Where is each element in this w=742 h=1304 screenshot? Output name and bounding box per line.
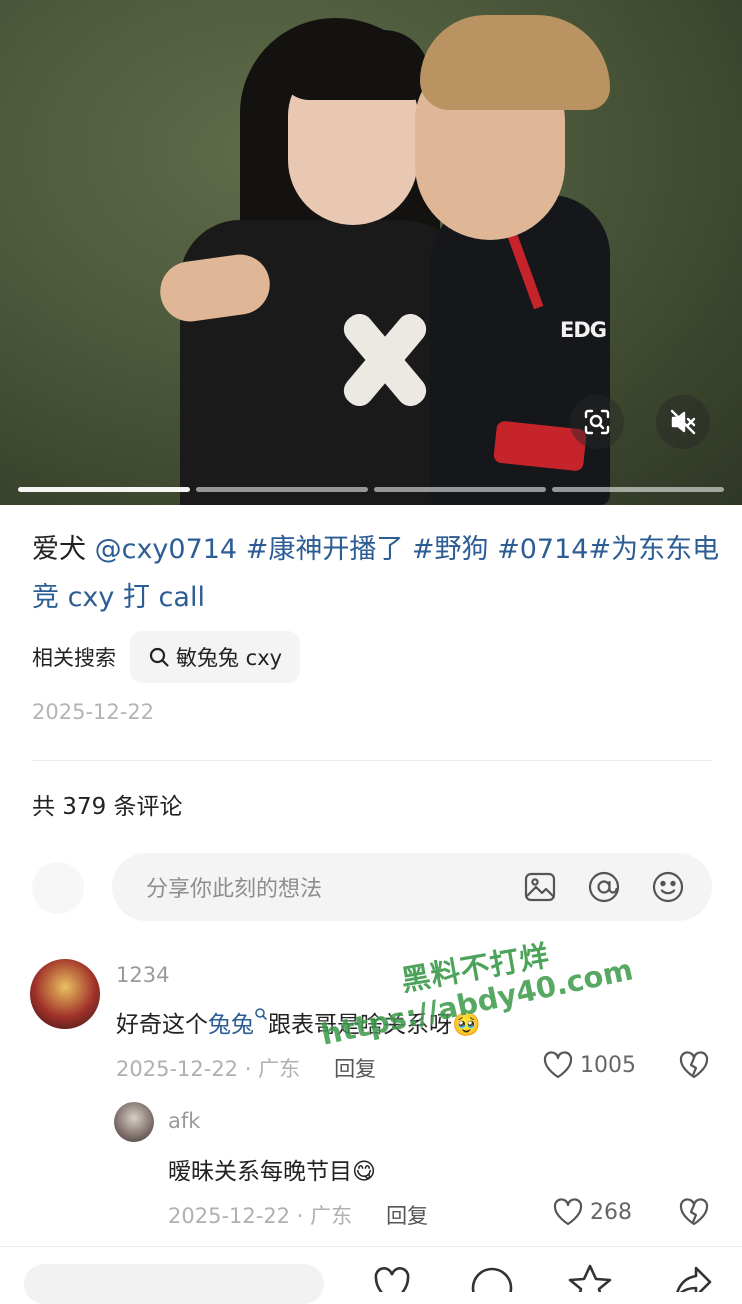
comment-date-location: 2025-12-22 · 广东	[168, 1204, 353, 1228]
mention-link[interactable]: @cxy0714	[95, 534, 238, 565]
post-caption: 爱犬 @cxy0714 #康神开播了 #野狗 #0714#为东东电竞 cxy 打…	[32, 526, 722, 622]
comment-meta: 2025-12-22 · 广东 回复	[168, 1200, 428, 1230]
comment-icon[interactable]	[470, 1262, 514, 1292]
photo-figure	[420, 15, 610, 110]
related-search-label: 相关搜索	[32, 646, 116, 670]
emoji-button[interactable]	[648, 867, 688, 907]
comment-input-placeholder: 分享你此刻的想法	[146, 877, 323, 902]
avatar[interactable]	[30, 959, 100, 1029]
post-media[interactable]: EDG	[0, 0, 742, 505]
media-progress	[18, 487, 724, 493]
jersey-logo: EDG	[560, 318, 607, 342]
mute-icon	[670, 409, 696, 435]
like-count: 1005	[580, 1052, 636, 1078]
like-count: 268	[590, 1199, 632, 1225]
broken-heart-icon	[679, 1198, 709, 1226]
comment-username[interactable]: afk	[168, 1109, 200, 1133]
reply-button[interactable]: 回复	[386, 1200, 428, 1230]
photo-figure	[280, 30, 430, 100]
scan-icon	[584, 409, 610, 435]
dislike-button[interactable]	[678, 1050, 710, 1084]
emoji: 😋	[352, 1159, 376, 1185]
hashtag-link[interactable]: #康神开播了	[237, 534, 404, 565]
avatar[interactable]	[114, 1102, 154, 1142]
hashtag-link[interactable]: #野狗	[403, 534, 489, 565]
my-avatar	[32, 862, 84, 914]
bottom-comment-input[interactable]	[24, 1264, 324, 1304]
comment-text: 暧昧关系每晚节目😋	[168, 1152, 376, 1186]
like-post-icon[interactable]	[370, 1262, 414, 1292]
related-search: 相关搜索 敏兔兔 cxy	[32, 630, 301, 684]
smile-icon	[652, 871, 684, 903]
related-search-chip[interactable]: 敏兔兔 cxy	[130, 631, 301, 683]
progress-segment	[196, 487, 368, 492]
divider	[32, 760, 712, 761]
star-icon[interactable]	[568, 1262, 612, 1292]
comment-text-part: 暧昧关系每晚节目	[168, 1159, 352, 1185]
image-picker-button[interactable]	[520, 867, 560, 907]
comment-text-part: 好奇这个	[116, 1012, 208, 1038]
scan-button[interactable]	[570, 395, 624, 449]
comment-username[interactable]: 1234	[116, 963, 169, 987]
comment-count: 共 379 条评论	[32, 794, 183, 820]
reply-button[interactable]: 回复	[334, 1053, 376, 1083]
image-icon	[524, 872, 556, 902]
at-icon	[588, 871, 620, 903]
heart-icon	[543, 1051, 573, 1079]
progress-segment	[374, 487, 546, 492]
mute-button[interactable]	[656, 395, 710, 449]
search-icon	[255, 1008, 268, 1021]
like-button[interactable]: 1005	[542, 1050, 636, 1080]
heart-icon	[553, 1198, 583, 1226]
comment-input[interactable]: 分享你此刻的想法	[112, 853, 712, 921]
like-button[interactable]: 268	[552, 1197, 632, 1227]
comment-meta: 2025-12-22 · 广东 回复	[116, 1053, 376, 1083]
dislike-button[interactable]	[678, 1197, 710, 1231]
related-search-query: 敏兔兔 cxy	[176, 646, 283, 670]
mention-button[interactable]	[584, 867, 624, 907]
comment-date-location: 2025-12-22 · 广东	[116, 1057, 301, 1081]
divider	[0, 1246, 742, 1247]
search-keyword-link[interactable]: 兔兔	[208, 1012, 254, 1038]
broken-heart-icon	[679, 1051, 709, 1079]
search-icon	[149, 647, 169, 667]
progress-segment	[18, 487, 190, 492]
post-date: 2025-12-22	[32, 700, 155, 724]
progress-segment	[552, 487, 724, 492]
share-icon[interactable]	[672, 1262, 716, 1292]
caption-text: 爱犬	[32, 534, 95, 565]
hashtag-link[interactable]: #0714	[489, 534, 588, 565]
